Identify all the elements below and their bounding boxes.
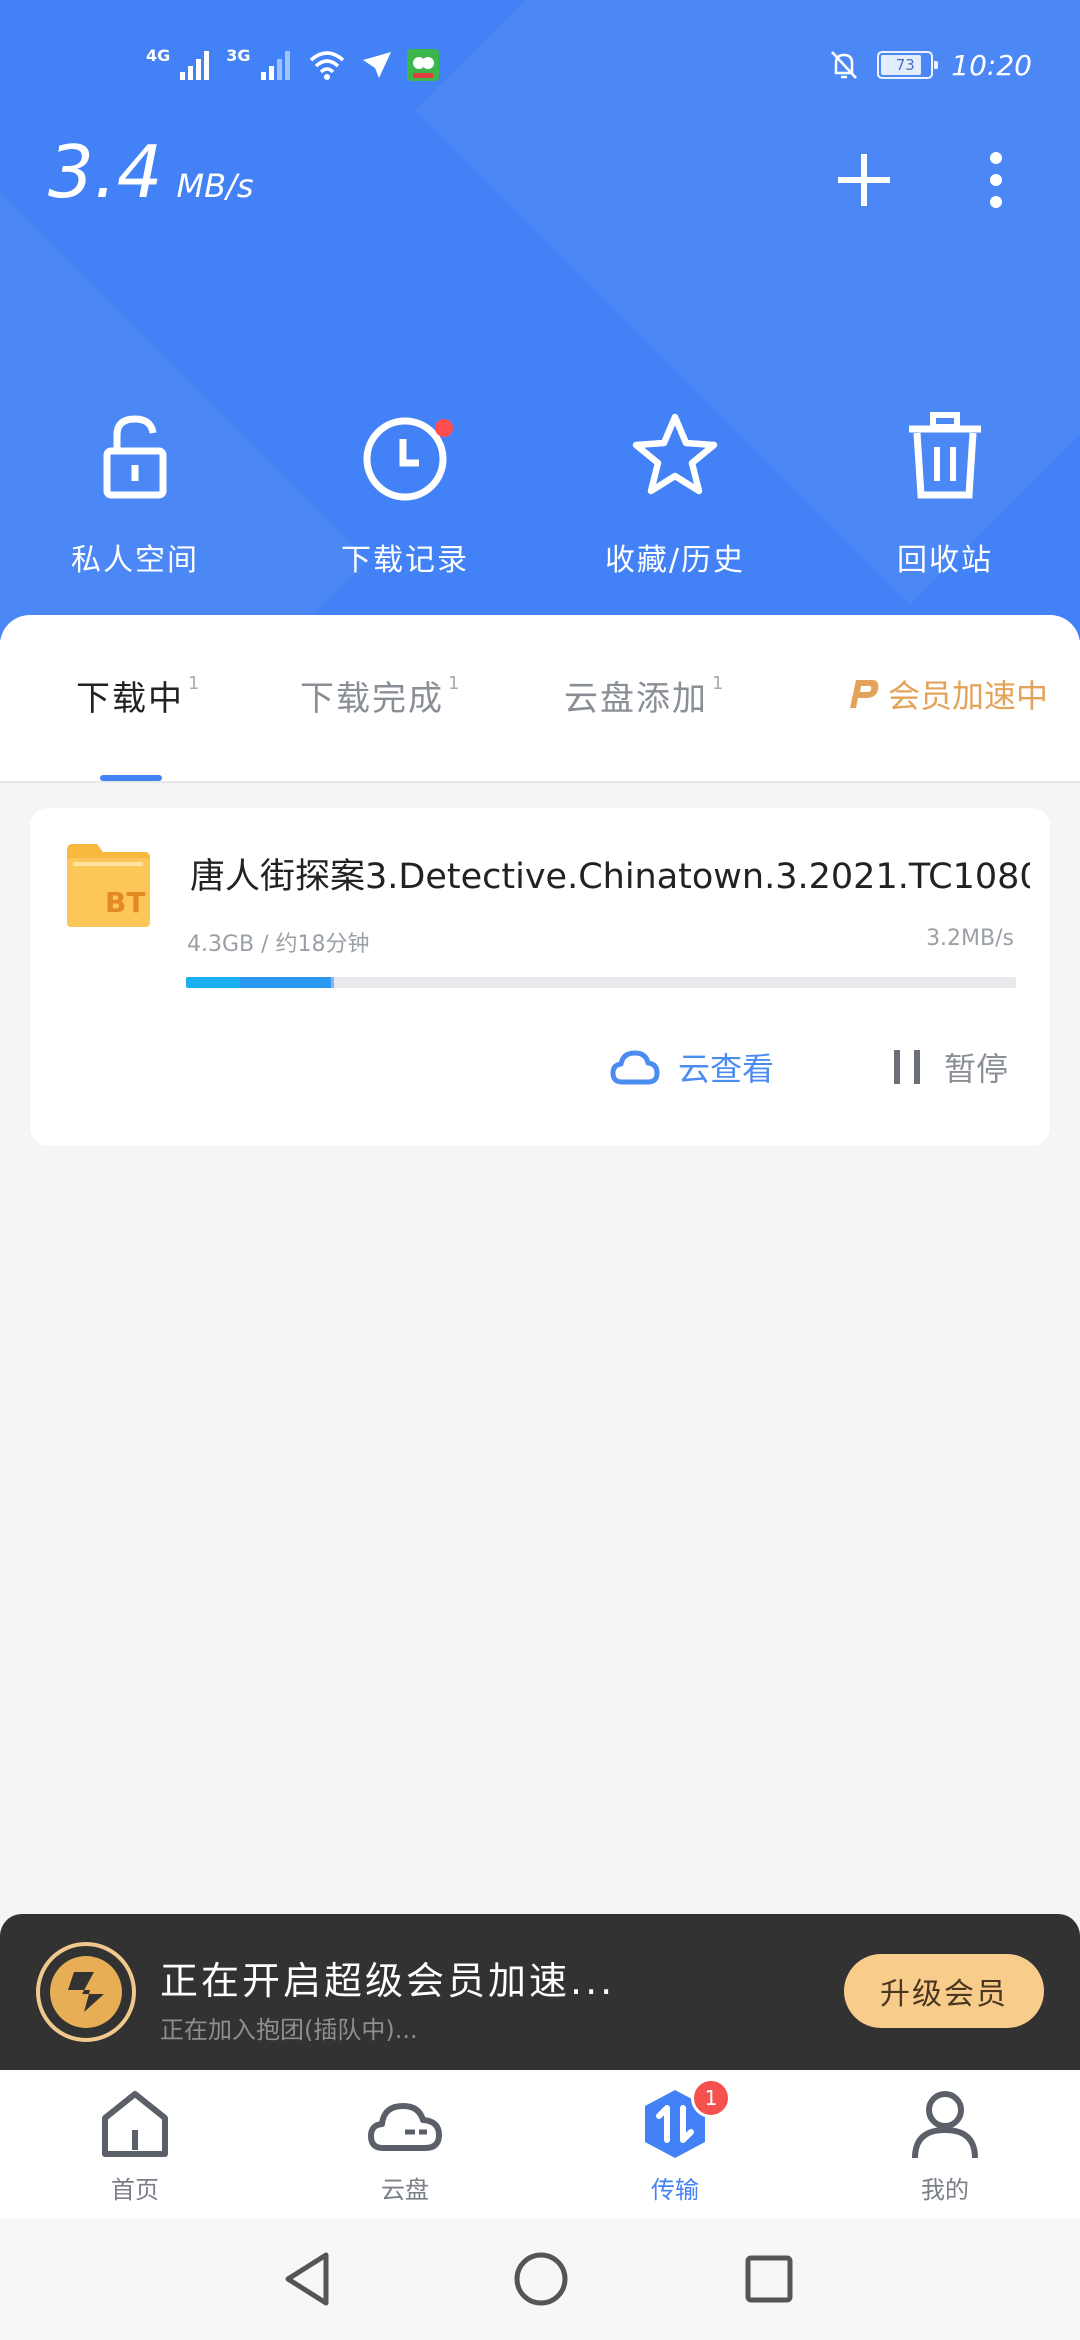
pause-icon: [894, 1050, 920, 1084]
star-icon: [632, 413, 718, 495]
speed-value: 3.4: [48, 130, 163, 214]
bottom-navigation: 首页 云盘 1 传输 我的: [0, 2070, 1080, 2218]
accelerate-logo-icon: [36, 1942, 136, 2042]
transfer-tabs: 下载中 1 下载完成 1 云盘添加 1 会员加速中: [0, 615, 1080, 783]
nav-label: 云盘: [381, 2176, 429, 2204]
download-progress-bar: [186, 977, 1016, 988]
tab-count: 1: [188, 673, 202, 694]
plus-icon: [838, 154, 890, 206]
tab-downloading[interactable]: 下载中 1: [76, 671, 201, 720]
system-recents-button[interactable]: [736, 2246, 802, 2312]
file-type-label: BT: [105, 886, 146, 919]
download-task-card[interactable]: BT 唐人街探案3.Detective.Chinatown.3.2021.TC1…: [30, 808, 1050, 1146]
transfer-badge: 1: [691, 2078, 731, 2118]
private-space-button[interactable]: 私人空间: [25, 405, 245, 579]
system-home-button[interactable]: [508, 2246, 574, 2312]
wifi-icon: [309, 51, 344, 80]
nav-profile[interactable]: 我的: [855, 2084, 1035, 2205]
nav-transfer[interactable]: 1 传输: [585, 2078, 765, 2205]
tab-count: 1: [712, 673, 726, 694]
nav-label: 传输: [651, 2176, 699, 2204]
file-name: 唐人街探案3.Detective.Chinatown.3.2021.TC1080…: [190, 857, 1030, 897]
system-back-button[interactable]: [274, 2246, 340, 2312]
download-speed: 3.4 MB/s: [48, 130, 254, 214]
quick-action-label: 收藏/历史: [604, 543, 746, 578]
home-circle-icon: [514, 2252, 568, 2306]
more-vertical-icon: [990, 152, 1002, 208]
tab-label: 下载中: [76, 679, 184, 719]
cloud-drive-icon: [368, 2103, 442, 2151]
back-triangle-icon: [285, 2252, 329, 2306]
battery-indicator: 73: [877, 51, 939, 79]
super-vip-banner[interactable]: 正在开启超级会员加速... 正在加入抱团(插队中)... 升级会员: [0, 1914, 1080, 2070]
promo-title: 正在开启超级会员加速...: [160, 1959, 616, 2003]
promo-subtitle: 正在加入抱团(插队中)...: [160, 2016, 418, 2044]
bt-folder-icon: BT: [65, 842, 151, 932]
network-label-1: 4G: [146, 46, 171, 65]
network-label-2: 3G: [226, 46, 251, 65]
tab-cloud-added[interactable]: 云盘添加 1: [564, 671, 725, 720]
nav-label: 我的: [921, 2176, 969, 2204]
app-notification-icon: [406, 49, 439, 81]
signal-icon: [180, 51, 210, 80]
more-menu-button[interactable]: [956, 140, 1036, 220]
nav-home[interactable]: 首页: [45, 2084, 225, 2205]
bell-muted-icon: [831, 51, 858, 79]
vip-tab-label: 会员加速中: [888, 677, 1049, 715]
vip-p-icon: [850, 680, 879, 708]
cloud-view-label: 云查看: [678, 1050, 775, 1088]
cloud-icon: [610, 1050, 660, 1085]
recycle-bin-button[interactable]: 回收站: [835, 405, 1055, 579]
clock: 10:20: [951, 48, 1032, 82]
signal-icon: [260, 51, 290, 80]
cloud-view-button[interactable]: 云查看: [610, 1044, 774, 1090]
upgrade-vip-button[interactable]: 升级会员: [844, 1954, 1044, 2028]
file-size-eta: 4.3GB / 约18分钟: [187, 932, 370, 957]
add-task-button[interactable]: [824, 140, 904, 220]
tab-count: 1: [448, 673, 462, 694]
speed-unit: MB/s: [176, 167, 254, 205]
tab-label: 云盘添加: [564, 679, 708, 719]
favorites-history-button[interactable]: 收藏/历史: [565, 405, 785, 579]
new-record-dot: [435, 419, 453, 437]
header: 4G 3G 73 10:20 3.4 MB/s 私人空间 下载记录 收藏/历史 …: [0, 0, 1080, 640]
quick-action-label: 回收站: [897, 543, 993, 578]
tab-vip-accelerating[interactable]: 会员加速中: [846, 671, 1048, 717]
system-navigation-bar: [0, 2218, 1080, 2340]
quick-action-label: 私人空间: [71, 543, 199, 578]
quick-action-label: 下载记录: [341, 543, 469, 578]
bird-app-icon: [362, 52, 391, 78]
status-bar: 4G 3G 73 10:20: [0, 40, 1080, 90]
home-icon: [102, 2091, 168, 2157]
pause-label: 暂停: [944, 1050, 1009, 1088]
pause-button[interactable]: 暂停: [892, 1044, 1008, 1090]
nav-cloud-drive[interactable]: 云盘: [315, 2084, 495, 2205]
active-tab-indicator: [100, 775, 162, 781]
lock-open-icon: [103, 415, 167, 499]
trash-icon: [909, 412, 981, 499]
file-rate: 3.2MB/s: [926, 926, 1014, 951]
tab-label: 下载完成: [300, 679, 444, 719]
user-icon: [912, 2091, 978, 2159]
battery-level: 73: [895, 56, 915, 74]
recents-square-icon: [745, 2255, 793, 2303]
download-history-button[interactable]: 下载记录: [295, 405, 515, 579]
tab-completed[interactable]: 下载完成 1: [300, 671, 461, 720]
progress-accel-segment: [240, 977, 334, 988]
nav-label: 首页: [111, 2176, 159, 2204]
